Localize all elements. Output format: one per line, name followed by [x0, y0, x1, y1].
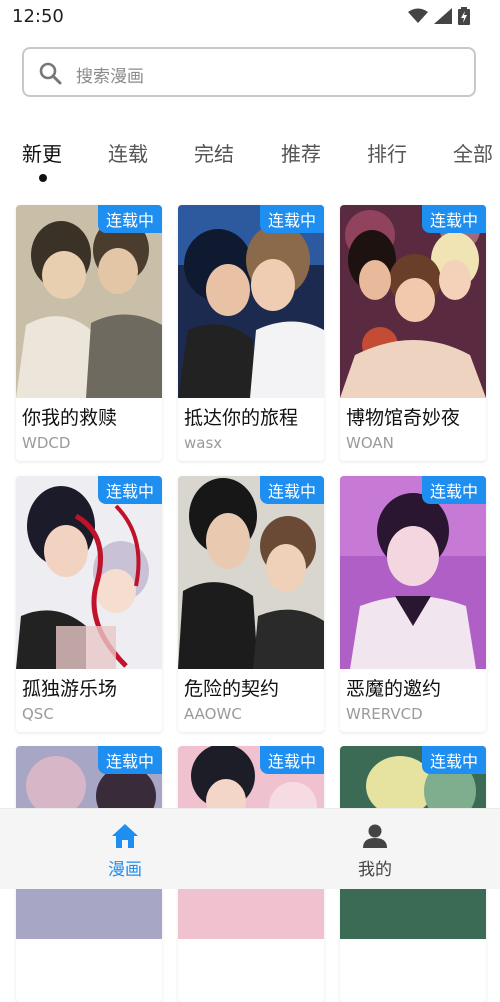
status-badge: 连载中	[97, 476, 162, 504]
comic-author: AAOWC	[184, 705, 242, 723]
tab-completed[interactable]: 完结	[194, 138, 234, 167]
bottom-navigation: 漫画 我的	[0, 808, 500, 889]
comic-card[interactable]: 连载中 恶魔的邀约 WRERVCD	[340, 476, 486, 732]
comic-card[interactable]: 连载中 你我的救赎 WDCD	[16, 205, 162, 461]
status-bar: 12:50	[0, 0, 500, 34]
comic-cover	[340, 476, 486, 669]
comic-cover	[178, 476, 324, 669]
comic-title: 恶魔的邀约	[346, 678, 442, 700]
comic-title: 孤独游乐场	[22, 678, 118, 700]
search-icon	[39, 62, 62, 85]
nav-mine-label: 我的	[358, 860, 392, 880]
home-icon	[112, 824, 138, 848]
tab-recommended[interactable]: 推荐	[281, 138, 321, 167]
comic-author: WDCD	[22, 434, 71, 452]
comic-title: 博物馆奇妙夜	[346, 407, 461, 429]
comic-cover	[178, 205, 324, 398]
search-input[interactable]: 搜索漫画	[22, 47, 476, 97]
status-badge: 连载中	[421, 476, 486, 504]
comic-cover	[16, 205, 162, 398]
status-badge: 连载中	[421, 205, 486, 233]
tab-new[interactable]: 新更	[22, 138, 62, 167]
status-badge: 连载中	[259, 476, 324, 504]
signal-icon	[434, 8, 452, 24]
status-badge: 连载中	[259, 205, 324, 233]
nav-comics[interactable]: 漫画	[65, 823, 185, 880]
search-placeholder: 搜索漫画	[76, 67, 144, 87]
status-time: 12:50	[12, 6, 64, 27]
comic-cover	[340, 205, 486, 398]
comic-card[interactable]: 连载中 危险的契约 AAOWC	[178, 476, 324, 732]
comic-card[interactable]: 连载中 博物馆奇妙夜 WOAN	[340, 205, 486, 461]
comic-card[interactable]: 连载中 孤独游乐场 QSC	[16, 476, 162, 732]
comic-author: WRERVCD	[346, 705, 423, 723]
battery-icon	[458, 7, 470, 25]
comic-author: QSC	[22, 705, 54, 723]
tab-serializing[interactable]: 连载	[108, 138, 148, 167]
comic-title: 你我的救赎	[22, 407, 118, 429]
status-badge: 连载中	[97, 746, 162, 774]
comic-title: 危险的契约	[184, 678, 280, 700]
status-badge: 连载中	[259, 746, 324, 774]
nav-mine[interactable]: 我的	[315, 823, 435, 880]
comic-cover	[16, 476, 162, 669]
status-badge: 连载中	[97, 205, 162, 233]
person-icon	[363, 824, 387, 848]
comic-author: WOAN	[346, 434, 394, 452]
category-tabs: 新更 连载 完结 推荐 排行 全部	[0, 138, 500, 188]
tab-ranking[interactable]: 排行	[367, 138, 407, 167]
comic-card[interactable]: 连载中 抵达你的旅程 wasx	[178, 205, 324, 461]
wifi-icon	[408, 8, 428, 23]
comic-title: 抵达你的旅程	[184, 407, 299, 429]
status-badge: 连载中	[421, 746, 486, 774]
tab-all[interactable]: 全部	[453, 138, 493, 167]
active-tab-indicator	[39, 174, 47, 182]
nav-comics-label: 漫画	[108, 860, 142, 880]
comic-author: wasx	[184, 434, 223, 452]
